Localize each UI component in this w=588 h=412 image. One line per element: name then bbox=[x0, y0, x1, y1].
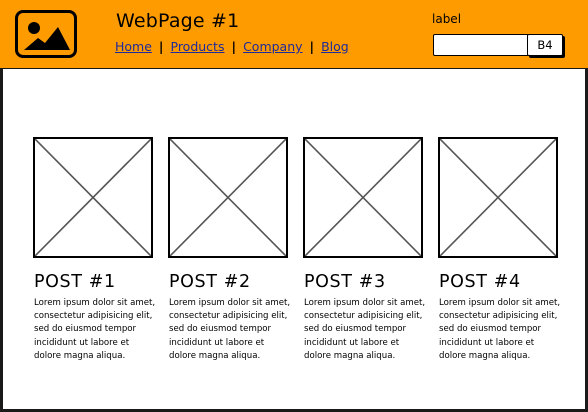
image-placeholder-icon[interactable] bbox=[168, 137, 288, 258]
post-card-1: POST #1 Lorem ipsum dolor sit amet, cons… bbox=[33, 137, 156, 363]
nav-link-company[interactable]: Company bbox=[243, 39, 302, 54]
post-title[interactable]: POST #2 bbox=[169, 272, 288, 292]
image-placeholder-icon[interactable] bbox=[303, 137, 423, 258]
post-excerpt: Lorem ipsum dolor sit amet, consectetur … bbox=[169, 298, 291, 361]
post-excerpt: Lorem ipsum dolor sit amet, consectetur … bbox=[34, 298, 156, 361]
site-title: WebPage #1 bbox=[116, 10, 240, 32]
search-input[interactable] bbox=[433, 34, 529, 56]
nav-separator: | bbox=[231, 39, 237, 54]
search-button[interactable]: B4 bbox=[527, 34, 563, 56]
main-nav: Home | Products | Company | Blog bbox=[115, 39, 349, 54]
nav-link-blog[interactable]: Blog bbox=[321, 39, 349, 54]
nav-separator: | bbox=[158, 39, 164, 54]
post-card-4: POST #4 Lorem ipsum dolor sit amet, cons… bbox=[438, 137, 561, 363]
nav-link-home[interactable]: Home bbox=[115, 39, 152, 54]
logo-image-icon[interactable] bbox=[15, 10, 77, 58]
site-header: WebPage #1 Home | Products | Company | Blog la… bbox=[0, 0, 588, 70]
post-excerpt: Lorem ipsum dolor sit amet, consectetur … bbox=[304, 298, 426, 361]
post-excerpt: Lorem ipsum dolor sit amet, consectetur … bbox=[439, 298, 561, 361]
image-placeholder-icon[interactable] bbox=[438, 137, 558, 258]
nav-link-products[interactable]: Products bbox=[171, 39, 225, 54]
post-card-3: POST #3 Lorem ipsum dolor sit amet, cons… bbox=[303, 137, 426, 363]
post-title[interactable]: POST #3 bbox=[304, 272, 423, 292]
post-card-2: POST #2 Lorem ipsum dolor sit amet, cons… bbox=[168, 137, 291, 363]
image-placeholder-icon[interactable] bbox=[33, 137, 153, 258]
search-label: label bbox=[432, 12, 462, 26]
post-title[interactable]: POST #4 bbox=[439, 272, 558, 292]
nav-separator: | bbox=[309, 39, 315, 54]
post-title[interactable]: POST #1 bbox=[34, 272, 153, 292]
